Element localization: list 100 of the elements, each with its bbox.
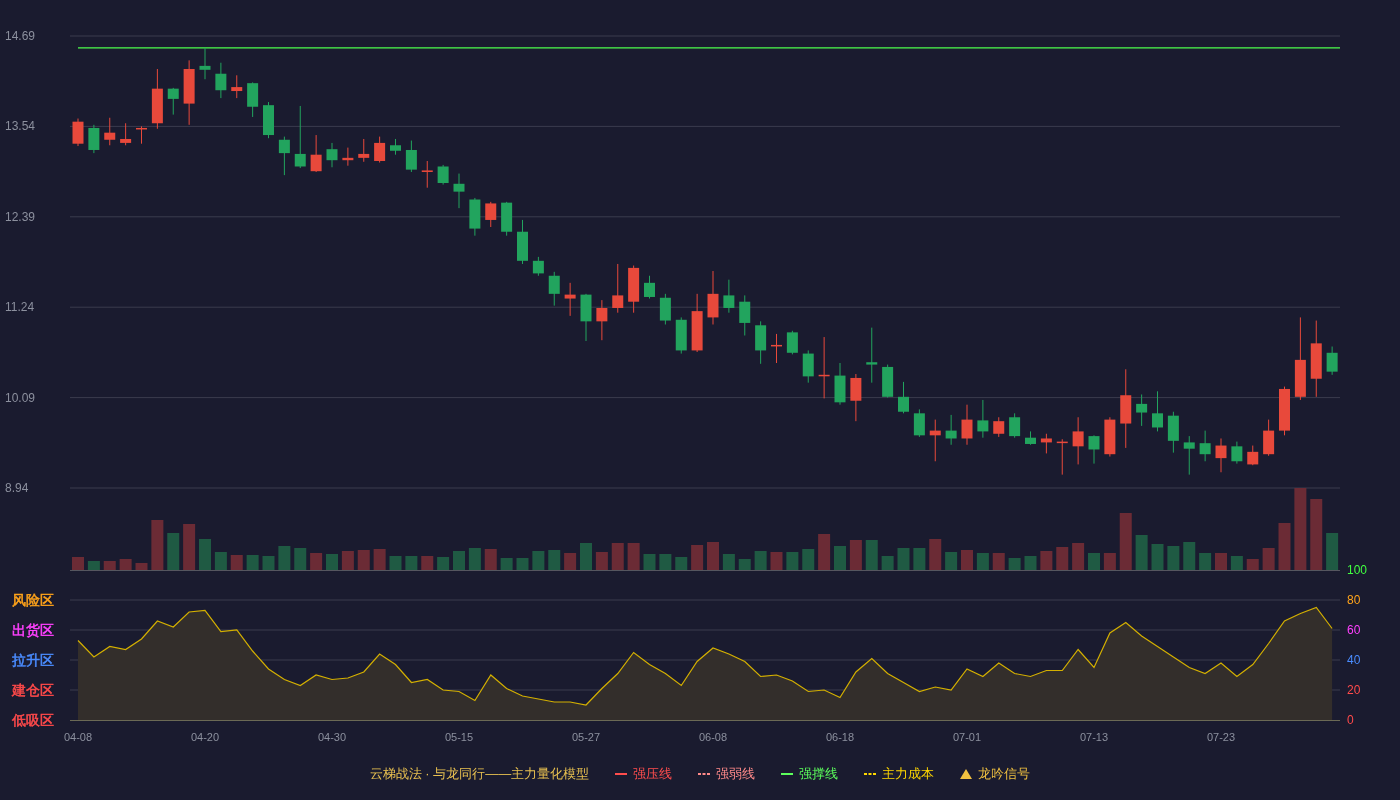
candlestick: [453, 173, 465, 209]
candlestick: [723, 279, 735, 314]
candlestick: [1183, 435, 1195, 476]
axis-label: 05-27: [571, 731, 601, 743]
candlestick: [1231, 441, 1243, 465]
candlestick: [993, 416, 1005, 438]
candlestick: [755, 320, 767, 365]
axis-label: 40: [1347, 653, 1361, 667]
candlestick: [517, 219, 528, 265]
legend-label: 强弱线: [716, 765, 756, 783]
candlestick: [294, 105, 306, 169]
axis-label: 100: [1347, 563, 1368, 577]
axis-label: 11.24: [5, 300, 35, 315]
candlestick: [167, 87, 179, 116]
legend-label: 强压线: [633, 765, 673, 783]
candlestick: [390, 138, 401, 156]
legend-label: 主力成本: [882, 765, 935, 783]
candlestick: [771, 333, 782, 364]
candlestick: [326, 142, 338, 168]
candlestick: [1056, 438, 1068, 476]
candlestick: [405, 140, 417, 173]
candlestick: [469, 197, 481, 237]
axis-label: 07-13: [1079, 731, 1109, 743]
candlestick: [310, 134, 322, 173]
candlestick: [1072, 416, 1084, 465]
candlestick: [834, 362, 846, 406]
candlestick: [945, 414, 957, 446]
candlestick: [421, 160, 433, 189]
axis-label: 04-20: [190, 731, 220, 743]
candlestick: [659, 293, 671, 325]
candlestick: [1009, 412, 1021, 439]
candlestick: [1040, 433, 1052, 454]
legend-label: 龙吟信号: [978, 765, 1031, 783]
axis-label: 06-18: [825, 731, 855, 743]
candlestick: [1167, 411, 1179, 454]
candlestick: [1025, 430, 1036, 446]
candlestick: [104, 117, 116, 146]
axis-label: 04-30: [317, 731, 347, 743]
candlestick: [437, 164, 449, 186]
candlestick: [199, 47, 211, 80]
candlestick: [564, 282, 576, 317]
candlestick: [961, 404, 973, 446]
axis-label: 80: [1347, 593, 1361, 607]
zone-label: 低吸区: [12, 712, 54, 728]
axis-label: 8.94: [5, 481, 29, 495]
candlestick: [739, 294, 751, 336]
legend-title: 云梯战法 · 与龙同行——主力量化模型: [369, 765, 590, 783]
candlestick: [628, 265, 640, 314]
candlestick: [644, 275, 655, 300]
candlestick: [151, 68, 163, 130]
axis-label: 07-23: [1206, 731, 1236, 743]
candlestick: [183, 59, 195, 126]
candlestick: [358, 138, 370, 163]
candlestick: [247, 81, 259, 118]
candlestick: [1104, 416, 1116, 458]
axis-label: 0: [1347, 713, 1354, 727]
candlestick: [1088, 434, 1100, 465]
candlestick: [485, 201, 497, 228]
candlestick: [898, 381, 909, 414]
candlestick: [929, 419, 941, 462]
candlestick: [1152, 390, 1163, 432]
axis-label: 05-15: [444, 731, 474, 743]
axis-label: 12.39: [5, 209, 36, 224]
axis-label: 13.54: [5, 119, 36, 134]
candlestick: [1199, 430, 1211, 462]
axis-label: 10.09: [5, 390, 36, 405]
axis-label: 60: [1347, 623, 1361, 637]
axis-label: 20: [1347, 683, 1361, 697]
candlestick: [231, 74, 243, 99]
candlestick: [532, 256, 544, 277]
candlestick: [612, 263, 624, 314]
legend-label: 强撑线: [799, 765, 839, 783]
candlestick: [548, 271, 560, 307]
axis-label: 07-01: [952, 731, 982, 743]
candlestick: [374, 136, 386, 164]
candlestick: [913, 408, 925, 438]
candlestick: [1263, 419, 1275, 457]
candlestick: [818, 336, 830, 399]
zone-label: 拉升区: [12, 652, 54, 668]
candlestick: [120, 122, 132, 146]
axis-label: 14.69: [5, 29, 36, 43]
candlestick: [1279, 386, 1290, 436]
axis-label: 06-08: [698, 731, 728, 743]
candlestick: [580, 293, 592, 342]
candlestick: [501, 201, 513, 237]
zone-label: 风险区: [12, 592, 54, 608]
candlestick: [596, 299, 608, 341]
candlestick: [691, 293, 703, 353]
candlestick: [263, 101, 274, 139]
candlestick: [136, 125, 147, 145]
candlestick: [342, 147, 354, 167]
zone-label: 出货区: [12, 622, 54, 638]
zone-label: 建仓区: [12, 682, 54, 698]
candlestick: [1136, 393, 1148, 427]
candlestick: [977, 399, 989, 439]
candlestick: [866, 327, 878, 384]
candlestick: [675, 316, 687, 355]
candlestick: [882, 364, 894, 399]
candlestick: [278, 136, 290, 176]
candlestick: [72, 118, 84, 147]
